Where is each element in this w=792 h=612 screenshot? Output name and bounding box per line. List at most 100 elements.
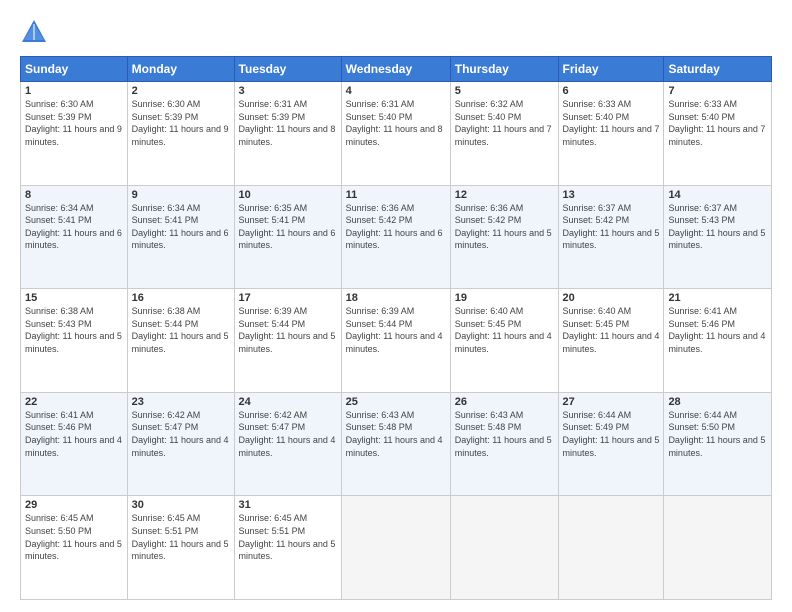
day-info: Sunrise: 6:32 AMSunset: 5:40 PMDaylight:… xyxy=(455,99,552,147)
logo-icon xyxy=(20,18,48,46)
day-number: 11 xyxy=(346,189,446,201)
calendar-cell: 7 Sunrise: 6:33 AMSunset: 5:40 PMDaylight… xyxy=(664,82,772,186)
calendar-cell: 12 Sunrise: 6:36 AMSunset: 5:42 PMDayligh… xyxy=(450,185,558,289)
day-number: 8 xyxy=(25,189,123,201)
day-info: Sunrise: 6:35 AMSunset: 5:41 PMDaylight:… xyxy=(239,203,336,251)
day-number: 28 xyxy=(668,396,767,408)
calendar-cell: 25Sunrise: 6:43 AMSunset: 5:48 PMDayligh… xyxy=(341,392,450,496)
day-info: Sunrise: 6:31 AMSunset: 5:40 PMDaylight:… xyxy=(346,99,443,147)
day-info: Sunrise: 6:38 AMSunset: 5:43 PMDaylight:… xyxy=(25,306,122,354)
day-info: Sunrise: 6:34 AMSunset: 5:41 PMDaylight:… xyxy=(25,203,122,251)
day-info: Sunrise: 6:42 AMSunset: 5:47 PMDaylight:… xyxy=(239,410,336,458)
day-header-tuesday: Tuesday xyxy=(234,57,341,82)
day-info: Sunrise: 6:41 AMSunset: 5:46 PMDaylight:… xyxy=(668,306,765,354)
day-number: 9 xyxy=(132,189,230,201)
day-info: Sunrise: 6:31 AMSunset: 5:39 PMDaylight:… xyxy=(239,99,336,147)
day-info: Sunrise: 6:30 AMSunset: 5:39 PMDaylight:… xyxy=(25,99,122,147)
calendar-cell: 26 Sunrise: 6:43 AMSunset: 5:48 PMDayligh… xyxy=(450,392,558,496)
day-number: 10 xyxy=(239,189,337,201)
calendar-cell: 21 Sunrise: 6:41 AMSunset: 5:46 PMDayligh… xyxy=(664,289,772,393)
day-info: Sunrise: 6:45 AMSunset: 5:50 PMDaylight:… xyxy=(25,513,122,561)
calendar-cell: 30 Sunrise: 6:45 AMSunset: 5:51 PMDayligh… xyxy=(127,496,234,600)
day-number: 12 xyxy=(455,189,554,201)
calendar-cell xyxy=(664,496,772,600)
calendar-cell: 20 Sunrise: 6:40 AMSunset: 5:45 PMDayligh… xyxy=(558,289,664,393)
calendar-cell xyxy=(341,496,450,600)
calendar-cell: 27Sunrise: 6:44 AMSunset: 5:49 PMDayligh… xyxy=(558,392,664,496)
logo xyxy=(20,18,52,46)
day-info: Sunrise: 6:37 AMSunset: 5:43 PMDaylight:… xyxy=(668,203,765,251)
calendar-cell: 24 Sunrise: 6:42 AMSunset: 5:47 PMDayligh… xyxy=(234,392,341,496)
day-header-saturday: Saturday xyxy=(664,57,772,82)
day-number: 17 xyxy=(239,292,337,304)
day-info: Sunrise: 6:36 AMSunset: 5:42 PMDaylight:… xyxy=(346,203,443,251)
calendar-cell: 15 Sunrise: 6:38 AMSunset: 5:43 PMDayligh… xyxy=(21,289,128,393)
day-info: Sunrise: 6:39 AMSunset: 5:44 PMDaylight:… xyxy=(346,306,443,354)
calendar-cell: 8 Sunrise: 6:34 AMSunset: 5:41 PMDaylight… xyxy=(21,185,128,289)
day-number: 25 xyxy=(346,396,446,408)
calendar-cell: 16 Sunrise: 6:38 AMSunset: 5:44 PMDayligh… xyxy=(127,289,234,393)
calendar-cell: 13 Sunrise: 6:37 AMSunset: 5:42 PMDayligh… xyxy=(558,185,664,289)
calendar-cell: 10 Sunrise: 6:35 AMSunset: 5:41 PMDayligh… xyxy=(234,185,341,289)
day-info: Sunrise: 6:33 AMSunset: 5:40 PMDaylight:… xyxy=(668,99,765,147)
day-header-wednesday: Wednesday xyxy=(341,57,450,82)
day-number: 15 xyxy=(25,292,123,304)
day-number: 16 xyxy=(132,292,230,304)
calendar-cell: 9Sunrise: 6:34 AMSunset: 5:41 PMDaylight… xyxy=(127,185,234,289)
day-info: Sunrise: 6:45 AMSunset: 5:51 PMDaylight:… xyxy=(132,513,229,561)
calendar-cell: 22 Sunrise: 6:41 AMSunset: 5:46 PMDayligh… xyxy=(21,392,128,496)
day-info: Sunrise: 6:44 AMSunset: 5:49 PMDaylight:… xyxy=(563,410,660,458)
day-info: Sunrise: 6:40 AMSunset: 5:45 PMDaylight:… xyxy=(455,306,552,354)
calendar-cell xyxy=(558,496,664,600)
calendar-cell: 11 Sunrise: 6:36 AMSunset: 5:42 PMDayligh… xyxy=(341,185,450,289)
day-info: Sunrise: 6:39 AMSunset: 5:44 PMDaylight:… xyxy=(239,306,336,354)
day-info: Sunrise: 6:40 AMSunset: 5:45 PMDaylight:… xyxy=(563,306,660,354)
calendar-cell: 18 Sunrise: 6:39 AMSunset: 5:44 PMDayligh… xyxy=(341,289,450,393)
day-header-monday: Monday xyxy=(127,57,234,82)
day-number: 5 xyxy=(455,85,554,97)
day-info: Sunrise: 6:38 AMSunset: 5:44 PMDaylight:… xyxy=(132,306,229,354)
day-info: Sunrise: 6:37 AMSunset: 5:42 PMDaylight:… xyxy=(563,203,660,251)
day-number: 20 xyxy=(563,292,660,304)
calendar-cell: 14 Sunrise: 6:37 AMSunset: 5:43 PMDayligh… xyxy=(664,185,772,289)
calendar-cell: 4 Sunrise: 6:31 AMSunset: 5:40 PMDaylight… xyxy=(341,82,450,186)
day-info: Sunrise: 6:45 AMSunset: 5:51 PMDaylight:… xyxy=(239,513,336,561)
calendar-cell: 29 Sunrise: 6:45 AMSunset: 5:50 PMDayligh… xyxy=(21,496,128,600)
day-info: Sunrise: 6:44 AMSunset: 5:50 PMDaylight:… xyxy=(668,410,765,458)
day-info: Sunrise: 6:43 AMSunset: 5:48 PMDaylight:… xyxy=(455,410,552,458)
calendar-cell: 6 Sunrise: 6:33 AMSunset: 5:40 PMDaylight… xyxy=(558,82,664,186)
calendar-cell: 1 Sunrise: 6:30 AMSunset: 5:39 PMDaylight… xyxy=(21,82,128,186)
day-number: 22 xyxy=(25,396,123,408)
day-info: Sunrise: 6:30 AMSunset: 5:39 PMDaylight:… xyxy=(132,99,229,147)
calendar-cell: 2Sunrise: 6:30 AMSunset: 5:39 PMDaylight… xyxy=(127,82,234,186)
day-info: Sunrise: 6:36 AMSunset: 5:42 PMDaylight:… xyxy=(455,203,552,251)
calendar-cell: 31 Sunrise: 6:45 AMSunset: 5:51 PMDayligh… xyxy=(234,496,341,600)
day-number: 24 xyxy=(239,396,337,408)
calendar-cell: 19 Sunrise: 6:40 AMSunset: 5:45 PMDayligh… xyxy=(450,289,558,393)
calendar-cell: 28 Sunrise: 6:44 AMSunset: 5:50 PMDayligh… xyxy=(664,392,772,496)
calendar-cell xyxy=(450,496,558,600)
day-info: Sunrise: 6:42 AMSunset: 5:47 PMDaylight:… xyxy=(132,410,229,458)
calendar-cell: 5 Sunrise: 6:32 AMSunset: 5:40 PMDaylight… xyxy=(450,82,558,186)
day-number: 14 xyxy=(668,189,767,201)
calendar-cell: 3 Sunrise: 6:31 AMSunset: 5:39 PMDaylight… xyxy=(234,82,341,186)
day-info: Sunrise: 6:41 AMSunset: 5:46 PMDaylight:… xyxy=(25,410,122,458)
day-number: 21 xyxy=(668,292,767,304)
day-header-sunday: Sunday xyxy=(21,57,128,82)
day-number: 18 xyxy=(346,292,446,304)
calendar: SundayMondayTuesdayWednesdayThursdayFrid… xyxy=(20,56,772,600)
day-number: 30 xyxy=(132,499,230,511)
day-number: 23 xyxy=(132,396,230,408)
day-number: 7 xyxy=(668,85,767,97)
day-number: 4 xyxy=(346,85,446,97)
day-number: 26 xyxy=(455,396,554,408)
day-number: 1 xyxy=(25,85,123,97)
day-header-friday: Friday xyxy=(558,57,664,82)
day-number: 31 xyxy=(239,499,337,511)
day-number: 6 xyxy=(563,85,660,97)
day-number: 3 xyxy=(239,85,337,97)
day-number: 13 xyxy=(563,189,660,201)
day-number: 19 xyxy=(455,292,554,304)
day-number: 29 xyxy=(25,499,123,511)
day-info: Sunrise: 6:33 AMSunset: 5:40 PMDaylight:… xyxy=(563,99,660,147)
